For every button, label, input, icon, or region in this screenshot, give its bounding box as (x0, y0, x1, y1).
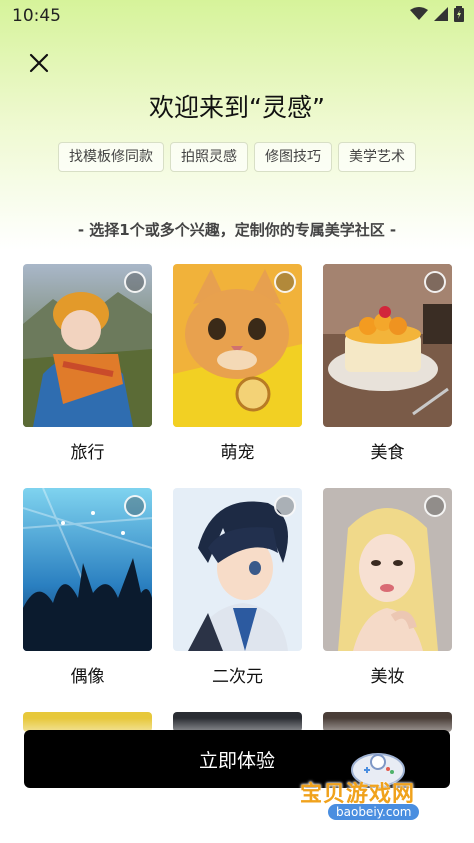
pets-label: 萌宠 (220, 443, 255, 463)
tag-aesthetics: 美学艺术 (338, 142, 416, 172)
wifi-icon (410, 7, 428, 20)
idols-label: 偶像 (70, 667, 105, 687)
anime-label: 二次元 (212, 667, 263, 687)
travel-image (23, 264, 152, 427)
interest-card-anime[interactable]: 二次元 (173, 488, 302, 687)
interest-card-food[interactable]: 美食 (323, 264, 452, 463)
food-label: 美食 (370, 443, 405, 463)
status-time: 10:45 (12, 6, 61, 26)
makeup-image (323, 488, 452, 651)
watermark-url: baobeiy.com (328, 804, 420, 820)
tag-list: 找模板修同款 拍照灵感 修图技巧 美学艺术 (0, 142, 474, 172)
travel-label: 旅行 (70, 443, 105, 463)
signal-icon (434, 7, 448, 21)
travel-checkbox[interactable] (124, 271, 146, 293)
anime-checkbox[interactable] (274, 495, 296, 517)
watermark: 宝贝游戏网 baobeiy.com (300, 748, 460, 838)
idols-image (23, 488, 152, 651)
pets-checkbox[interactable] (274, 271, 296, 293)
status-bar: 10:45 (0, 0, 474, 32)
makeup-checkbox[interactable] (424, 495, 446, 517)
subtitle: - 选择1个或多个兴趣，定制你的专属美学社区 - (77, 221, 397, 239)
interest-card-idols[interactable]: 偶像 (23, 488, 152, 687)
pets-image (173, 264, 302, 427)
tag-template: 找模板修同款 (58, 142, 164, 172)
tag-editing: 修图技巧 (254, 142, 332, 172)
status-icons (410, 6, 464, 22)
close-icon[interactable] (24, 48, 54, 78)
interest-card-pets[interactable]: 萌宠 (173, 264, 302, 463)
food-checkbox[interactable] (424, 271, 446, 293)
page-title: 欢迎来到“灵感” (149, 93, 325, 122)
interest-card-makeup[interactable]: 美妆 (323, 488, 452, 687)
anime-image (173, 488, 302, 651)
food-image (323, 264, 452, 427)
tag-photo: 拍照灵感 (170, 142, 248, 172)
idols-checkbox[interactable] (124, 495, 146, 517)
battery-icon (454, 6, 464, 22)
interest-card-travel[interactable]: 旅行 (23, 264, 152, 463)
makeup-label: 美妆 (370, 667, 405, 687)
